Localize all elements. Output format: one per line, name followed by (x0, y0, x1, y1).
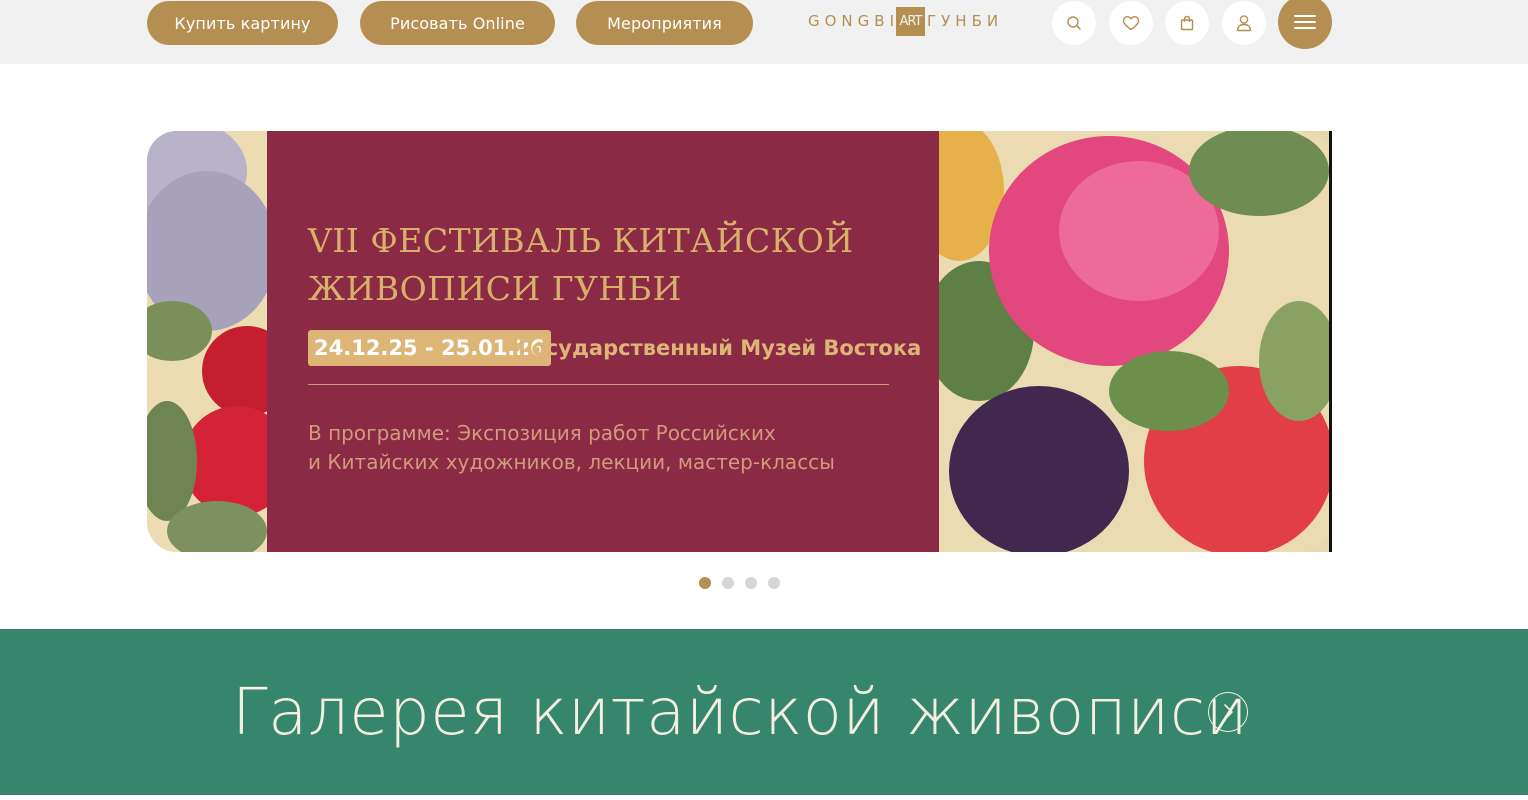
banner-title-line-2: ЖИВОПИСИ ГУНБИ (308, 269, 682, 308)
carousel-dot-4[interactable] (768, 577, 780, 589)
events-button[interactable]: Мероприятия (576, 1, 753, 45)
banner-edge-line (1329, 131, 1332, 552)
bag-icon (1180, 15, 1194, 31)
gallery-section: Галерея китайской живописи (0, 629, 1528, 795)
hamburger-icon (1294, 15, 1316, 29)
banner-divider (308, 384, 889, 385)
draw-online-button[interactable]: Рисовать Online (360, 1, 555, 45)
site-logo[interactable]: GONGBI ART ГУНБИ (808, 6, 1003, 36)
user-icon (1236, 15, 1252, 32)
banner-text-panel: VII ФЕСТИВАЛЬ КИТАЙСКОЙ ЖИВОПИСИ ГУНБИ 2… (267, 131, 939, 552)
banner-title-line-1: VII ФЕСТИВАЛЬ КИТАЙСКОЙ (308, 221, 854, 260)
search-button[interactable] (1052, 1, 1096, 45)
favorites-button[interactable] (1109, 1, 1153, 45)
banner-flowers-left (147, 131, 292, 552)
banner-title: VII ФЕСТИВАЛЬ КИТАЙСКОЙ ЖИВОПИСИ ГУНБИ (308, 217, 928, 313)
banner-description-line-1: В программе: Экспозиция работ Российских (308, 421, 776, 445)
search-icon (1067, 16, 1081, 30)
heart-icon (1122, 16, 1140, 31)
gallery-arrow-button[interactable] (1208, 692, 1248, 732)
carousel-dot-3[interactable] (745, 577, 757, 589)
carousel-dot-2[interactable] (722, 577, 734, 589)
logo-art-box: ART (896, 6, 925, 36)
banner-venue: Государственный Музей Востока (518, 336, 922, 360)
logo-text-cyrillic: ГУНБИ (927, 12, 1004, 30)
banner-description-line-2: и Китайских художников, лекции, мастер-к… (308, 450, 835, 474)
gallery-title-link[interactable]: Галерея китайской живописи (232, 673, 1248, 753)
banner-flowers-right (914, 131, 1331, 552)
carousel-dots (699, 577, 780, 589)
banner-dates-badge: 24.12.25 - 25.01.26 (308, 330, 551, 366)
banner-description: В программе: Экспозиция работ Российских… (308, 419, 908, 477)
carousel-dot-1[interactable] (699, 577, 711, 589)
festival-banner[interactable]: VII ФЕСТИВАЛЬ КИТАЙСКОЙ ЖИВОПИСИ ГУНБИ 2… (147, 131, 1331, 552)
buy-painting-button[interactable]: Купить картину (147, 1, 338, 45)
site-header: Купить картину Рисовать Online Мероприят… (0, 0, 1528, 64)
logo-text-latin: GONGBI (808, 12, 899, 30)
account-button[interactable] (1222, 1, 1266, 45)
cart-button[interactable] (1165, 1, 1209, 45)
chevron-right-icon (1224, 704, 1233, 720)
menu-button[interactable] (1278, 0, 1332, 49)
